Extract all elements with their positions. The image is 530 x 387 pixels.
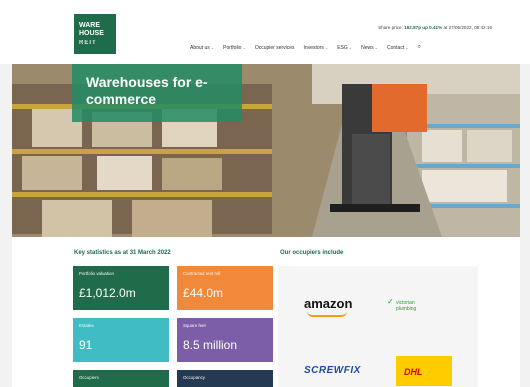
chevron-down-icon: ⌄ [324,45,329,50]
amazon-logo: amazon [304,296,353,311]
stat-tile-estates[interactable]: Estates 91 [73,318,169,362]
logo-text-line-2: plumbing [396,305,417,312]
stat-value: £44.0m [183,286,224,300]
stat-label: Occupiers [79,375,99,380]
nav-label: About us [190,45,210,51]
share-price-timestamp: at 27/05/2022, 08:42:16 [442,25,492,30]
hero-title: Warehouses for e-commerce [86,74,208,107]
nav-label: News [361,45,374,51]
share-price-value: 162.87p up 0.41% [404,25,443,30]
chevron-down-icon: ⌄ [210,45,215,50]
occupiers-title: Our occupiers include [280,250,344,256]
stat-value: 8.5 million [183,338,238,352]
company-logo[interactable]: WARE HOUSE REIT [74,14,116,54]
stat-tile-contracted-rent-roll[interactable]: Contracted rent roll £44.0m [177,266,273,310]
stats-title: Key statistics as at 31 March 2022 [74,250,171,256]
nav-item-investors[interactable]: Investors⌄ [304,45,329,51]
chevron-down-icon: ⌄ [348,45,353,50]
site-header: WARE HOUSE REIT Share price: 162.87p up … [0,0,530,64]
nav-label: Contact [387,45,405,51]
main-nav: About us⌄ Portfolio⌄ Occupier services I… [190,44,421,51]
nav-item-news[interactable]: News⌄ [361,45,378,51]
victorian-plumbing-logo: ✓ victorian plumbing [387,298,417,312]
logo-line-3: REIT [79,40,97,46]
stat-label: Occupancy [183,375,205,380]
stat-value: £1,012.0m [79,286,136,300]
nav-item-esg[interactable]: ESG⌄ [337,45,352,51]
nav-item-contact[interactable]: Contact⌄ [387,45,409,51]
nav-label: Portfolio [223,45,242,51]
nav-item-occupier-services[interactable]: Occupier services [255,45,295,51]
amazon-smile-icon [307,311,347,317]
stat-label: Contracted rent roll [183,271,221,276]
stat-tile-occupiers[interactable]: Occupiers [73,370,169,387]
stat-label: Portfolio valuation [79,271,114,276]
stat-tile-square-feet[interactable]: Square feet 8.5 million [177,318,273,362]
logo-line-2: HOUSE [79,30,104,37]
stat-label: Square feet [183,323,206,328]
share-price-prefix: Share price: [378,25,405,30]
dhl-logo: DHL [396,356,452,386]
stat-tile-occupancy[interactable]: Occupancy [177,370,273,387]
chevron-down-icon: ⌄ [374,45,378,50]
screwfix-logo: SCREWFIX [304,365,361,376]
logo-line-1: WARE [79,22,100,29]
nav-item-portfolio[interactable]: Portfolio⌄ [223,45,246,51]
nav-label: ESG [337,45,348,51]
nav-item-about-us[interactable]: About us⌄ [190,45,214,51]
stat-label: Estates [79,323,94,328]
chevron-down-icon: ⌄ [405,45,409,50]
dhl-logo-text: DHL [404,367,423,377]
share-price-ticker: Share price: 162.87p up 0.41% at 27/05/2… [378,25,492,30]
nav-label: Investors [303,45,324,51]
stat-tile-portfolio-valuation[interactable]: Portfolio valuation £1,012.0m [73,266,169,310]
chevron-down-icon: ⌄ [242,45,246,50]
hero-banner: Warehouses for e-commerce [12,64,520,237]
stat-value: 91 [79,338,93,352]
nav-label: Occupier services [254,45,295,51]
search-icon[interactable]: ⌕ [418,44,421,51]
checkmark-icon: ✓ [387,297,394,306]
